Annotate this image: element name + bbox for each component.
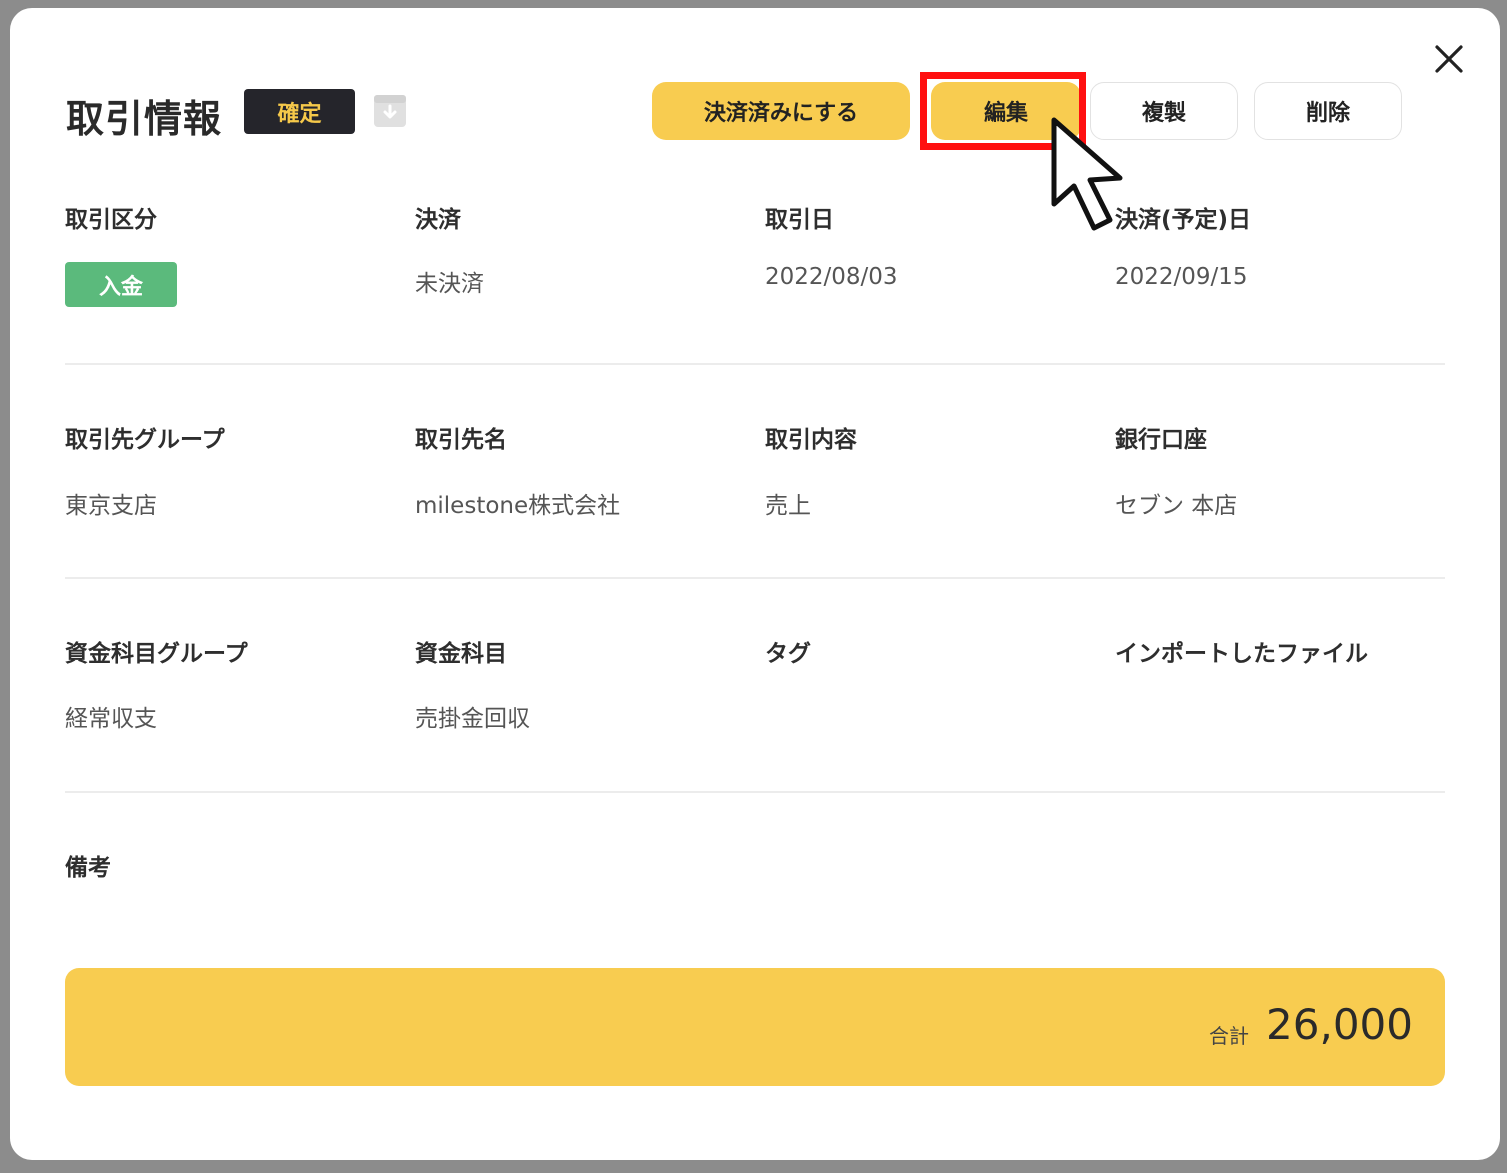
transaction-type-label: 取引区分 (65, 207, 157, 233)
mark-settled-button[interactable]: 決済済みにする (652, 82, 910, 140)
partner-group-label: 取引先グループ (65, 427, 225, 453)
bank-account-label: 銀行口座 (1115, 427, 1207, 453)
transaction-detail-modal: 取引情報 確定 決済済みにする 編集 複製 削除 取引区分 入金 決済 未決済 … (10, 8, 1500, 1160)
transaction-type-badge: 入金 (65, 262, 177, 307)
archive-download-icon[interactable] (373, 94, 407, 128)
modal-title: 取引情報 (66, 97, 223, 141)
fund-group-value: 経常収支 (65, 706, 157, 732)
status-badge: 確定 (244, 89, 355, 134)
fund-item-label: 資金科目 (415, 641, 507, 667)
total-bar: 合計 26,000 (65, 968, 1445, 1086)
imported-file-label: インポートしたファイル (1115, 641, 1368, 667)
transaction-content-value: 売上 (765, 493, 811, 519)
tag-label: タグ (765, 641, 811, 667)
partner-name-label: 取引先名 (415, 427, 507, 453)
edit-button[interactable]: 編集 (931, 82, 1081, 140)
due-date-label: 決済(予定)日 (1115, 207, 1252, 233)
close-icon[interactable] (1432, 42, 1466, 76)
section-divider (65, 791, 1445, 793)
section-divider (65, 577, 1445, 579)
transaction-date-value: 2022/08/03 (765, 264, 898, 290)
fund-group-label: 資金科目グループ (65, 641, 248, 667)
fund-item-value: 売掛金回収 (415, 706, 530, 732)
transaction-date-label: 取引日 (765, 207, 834, 233)
section-divider (65, 363, 1445, 365)
due-date-value: 2022/09/15 (1115, 264, 1248, 290)
partner-group-value: 東京支店 (65, 493, 157, 519)
bank-account-value: セブン 本店 (1115, 493, 1238, 519)
settlement-value: 未決済 (415, 271, 484, 297)
partner-name-value: milestone株式会社 (415, 493, 621, 519)
duplicate-button[interactable]: 複製 (1090, 82, 1238, 140)
settlement-label: 決済 (415, 207, 461, 233)
transaction-content-label: 取引内容 (765, 427, 857, 453)
delete-button[interactable]: 削除 (1254, 82, 1402, 140)
notes-label: 備考 (65, 855, 111, 881)
total-value: 26,000 (1266, 1000, 1413, 1049)
total-label: 合計 (1209, 1024, 1249, 1048)
